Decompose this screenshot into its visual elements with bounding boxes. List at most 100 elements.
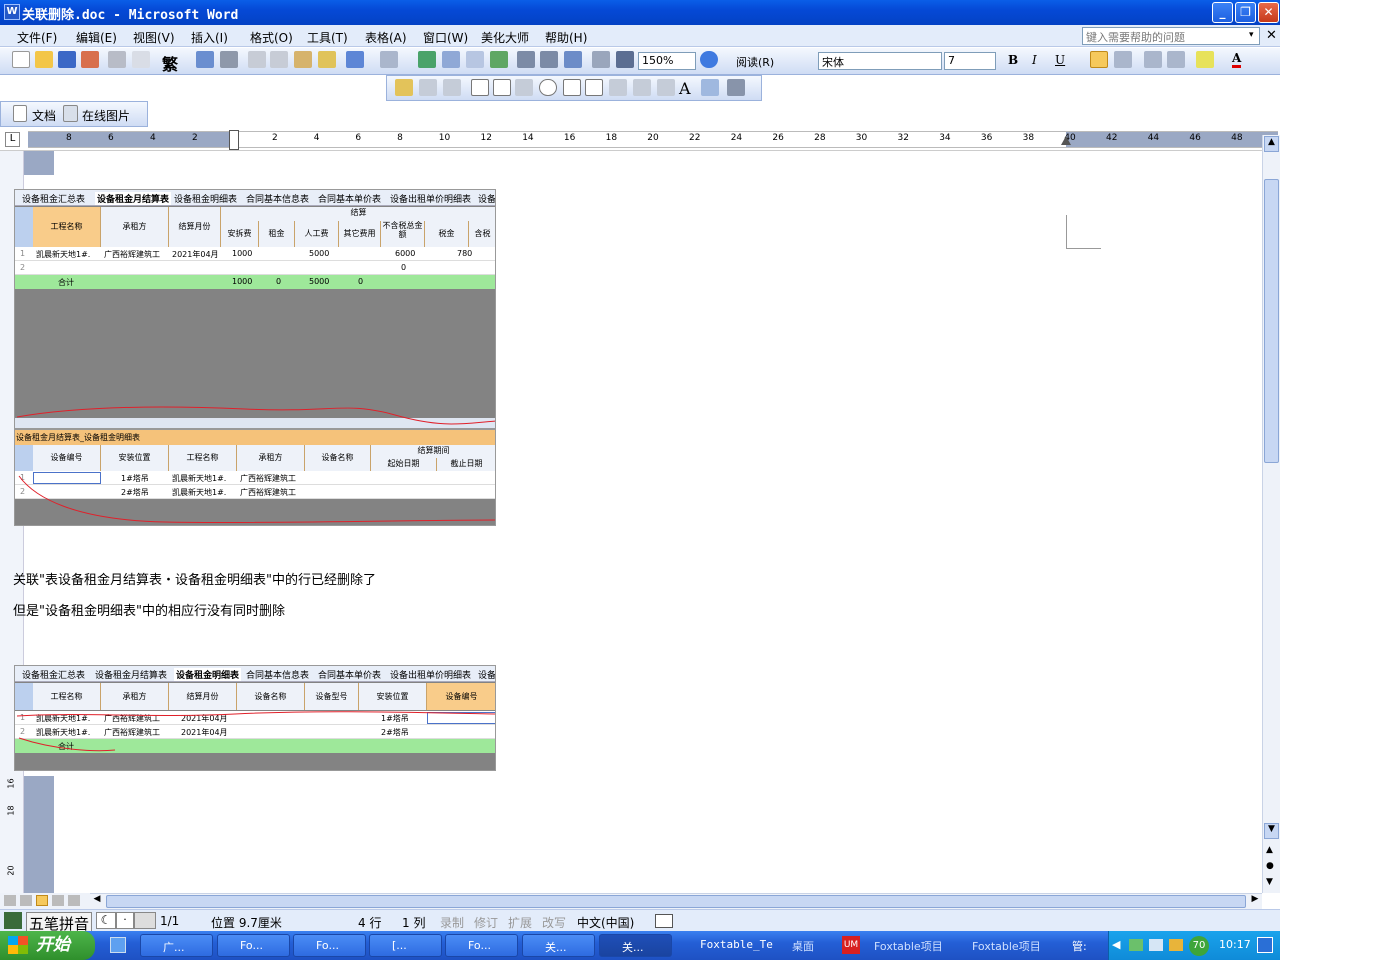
help-search-input[interactable]: 键入需要帮助的问题	[1082, 27, 1260, 45]
cell[interactable]: 广西裕辉建筑工	[104, 249, 160, 260]
redo-icon[interactable]	[380, 51, 398, 68]
highlight-icon[interactable]	[1196, 51, 1214, 68]
bold-button[interactable]: B	[1008, 53, 1018, 67]
um-app-icon[interactable]: UM	[842, 936, 860, 954]
more-controls-icon[interactable]	[727, 79, 745, 96]
col-header[interactable]: 不含税总金额	[381, 221, 425, 247]
sheet-tab-active[interactable]: 设备租金明细表	[174, 668, 242, 681]
menu-file[interactable]: 文件(F)	[17, 29, 57, 46]
security-icon[interactable]	[1169, 939, 1183, 951]
print-preview-icon[interactable]	[132, 51, 150, 68]
ime-punct-icon[interactable]: ·	[116, 912, 134, 929]
online-picture-icon[interactable]	[63, 105, 78, 122]
open-folder-icon[interactable]	[35, 51, 53, 68]
restore-button[interactable]: ❐	[1235, 2, 1256, 23]
sheet-tab[interactable]: 合同基本单价表	[318, 668, 381, 681]
label-control-icon[interactable]: A	[679, 79, 691, 98]
sheet-tab[interactable]: 设备	[478, 192, 495, 205]
col-header[interactable]: 税金	[425, 221, 469, 247]
traditional-chinese-button[interactable]: 繁	[162, 51, 178, 75]
menu-insert[interactable]: 插入(I)	[191, 29, 228, 46]
underline-button[interactable]: U	[1055, 53, 1065, 67]
menu-help[interactable]: 帮助(H)	[545, 29, 587, 46]
horizontal-scrollbar[interactable]: ◀ ▶	[90, 893, 1262, 909]
font-color-icon[interactable]: A	[1232, 51, 1242, 68]
col-header-group[interactable]: 结算	[221, 207, 495, 221]
combobox-control-icon[interactable]	[585, 79, 603, 96]
align-center-icon[interactable]	[1114, 51, 1132, 68]
hyperlink-icon[interactable]	[418, 51, 436, 68]
close-document-icon[interactable]: ✕	[1266, 28, 1277, 43]
taskbar-item[interactable]: Fo...	[217, 934, 290, 957]
col-header[interactable]: 工程名称	[33, 207, 101, 247]
menu-beautify[interactable]: 美化大师	[481, 29, 529, 46]
next-page-icon[interactable]: ▼	[1266, 877, 1273, 887]
tables-borders-icon[interactable]	[442, 51, 460, 68]
ime-keyboard-icon[interactable]	[134, 912, 156, 929]
spin-control-icon[interactable]	[633, 79, 651, 96]
cell[interactable]: 5000	[309, 249, 329, 258]
copy-icon[interactable]	[270, 51, 288, 68]
show-hide-icon[interactable]	[592, 51, 610, 68]
sheet-tab[interactable]: 合同基本信息表	[246, 192, 309, 205]
sheet-tab-active[interactable]: 设备租金月结算表	[95, 192, 172, 205]
col-header[interactable]: 其它费用	[339, 221, 381, 247]
sheet-tab[interactable]: 设备租金汇总表	[22, 668, 85, 681]
italic-button[interactable]: I	[1032, 53, 1037, 67]
doc-label[interactable]: 文档	[32, 107, 56, 124]
status-trk[interactable]: 修订	[474, 914, 498, 931]
image-control-icon[interactable]	[701, 79, 719, 96]
listbox-control-icon[interactable]	[563, 79, 581, 96]
notification-icon[interactable]	[1257, 937, 1273, 953]
web-view-icon[interactable]	[20, 895, 32, 906]
cell[interactable]: 凯晨新天地1#.	[36, 249, 90, 260]
menu-view[interactable]: 视图(V)	[133, 29, 175, 46]
taskbar-item[interactable]: Fo...	[293, 934, 366, 957]
tray-expand-icon[interactable]: ◀	[1112, 938, 1120, 951]
col-header[interactable]: 结算月份	[169, 207, 221, 247]
toggle-control-icon[interactable]	[609, 79, 627, 96]
close-button[interactable]: ✕	[1258, 2, 1279, 23]
col-header[interactable]: 承租方	[101, 207, 169, 247]
volume-icon[interactable]	[1149, 939, 1163, 951]
sheet-tab[interactable]: 设备租金月结算表	[95, 668, 167, 681]
columns-icon[interactable]	[517, 51, 535, 68]
taskbar-item[interactable]: [...	[369, 934, 442, 957]
research-icon[interactable]	[220, 51, 238, 68]
menu-tools[interactable]: 工具(T)	[307, 29, 348, 46]
save-icon[interactable]	[58, 51, 76, 68]
browse-object-icon[interactable]: ●	[1266, 861, 1274, 871]
read-mode-button[interactable]: 阅读(R)	[736, 54, 774, 70]
textbox-control-icon[interactable]	[493, 79, 511, 96]
insert-excel-icon[interactable]	[490, 51, 508, 68]
print-icon[interactable]	[108, 51, 126, 68]
minimize-button[interactable]: _	[1212, 2, 1233, 23]
menu-window[interactable]: 窗口(W)	[423, 29, 468, 46]
cell[interactable]: 0	[401, 263, 406, 272]
online-picture-label[interactable]: 在线图片	[82, 107, 130, 124]
sheet-tab[interactable]: 合同基本信息表	[246, 668, 309, 681]
taskbar-folder[interactable]: Foxtable_Te	[700, 938, 773, 951]
document-icon[interactable]	[13, 105, 27, 122]
outline-view-icon[interactable]	[52, 895, 64, 906]
col-header-group[interactable]: 结算期间	[371, 445, 495, 458]
cell[interactable]: 6000	[395, 249, 415, 258]
drawing-icon[interactable]	[540, 51, 558, 68]
pilcrow-icon[interactable]	[616, 51, 634, 68]
scroll-left-icon[interactable]: ◀	[90, 894, 104, 908]
taskbar-item[interactable]: Fo...	[445, 934, 518, 957]
menu-edit[interactable]: 编辑(E)	[76, 29, 117, 46]
quicklaunch-desktop-icon[interactable]	[110, 937, 126, 953]
status-ovr[interactable]: 改写	[542, 914, 566, 931]
scrollbar-control-icon[interactable]	[657, 79, 675, 96]
print-view-icon[interactable]	[36, 895, 48, 906]
ime-logo-icon[interactable]	[4, 912, 22, 929]
properties-icon[interactable]	[419, 79, 437, 96]
document-map-icon[interactable]	[564, 51, 582, 68]
menu-format[interactable]: 格式(O)	[250, 29, 293, 46]
col-header[interactable]: 安拆费	[221, 221, 259, 247]
taskbar-item[interactable]: 关...	[522, 934, 595, 957]
tray-number-badge[interactable]: 70	[1189, 936, 1209, 956]
sheet-tab[interactable]: 合同基本单价表	[318, 192, 381, 205]
sheet-tab[interactable]: 设备出租单价明细表	[390, 668, 471, 681]
